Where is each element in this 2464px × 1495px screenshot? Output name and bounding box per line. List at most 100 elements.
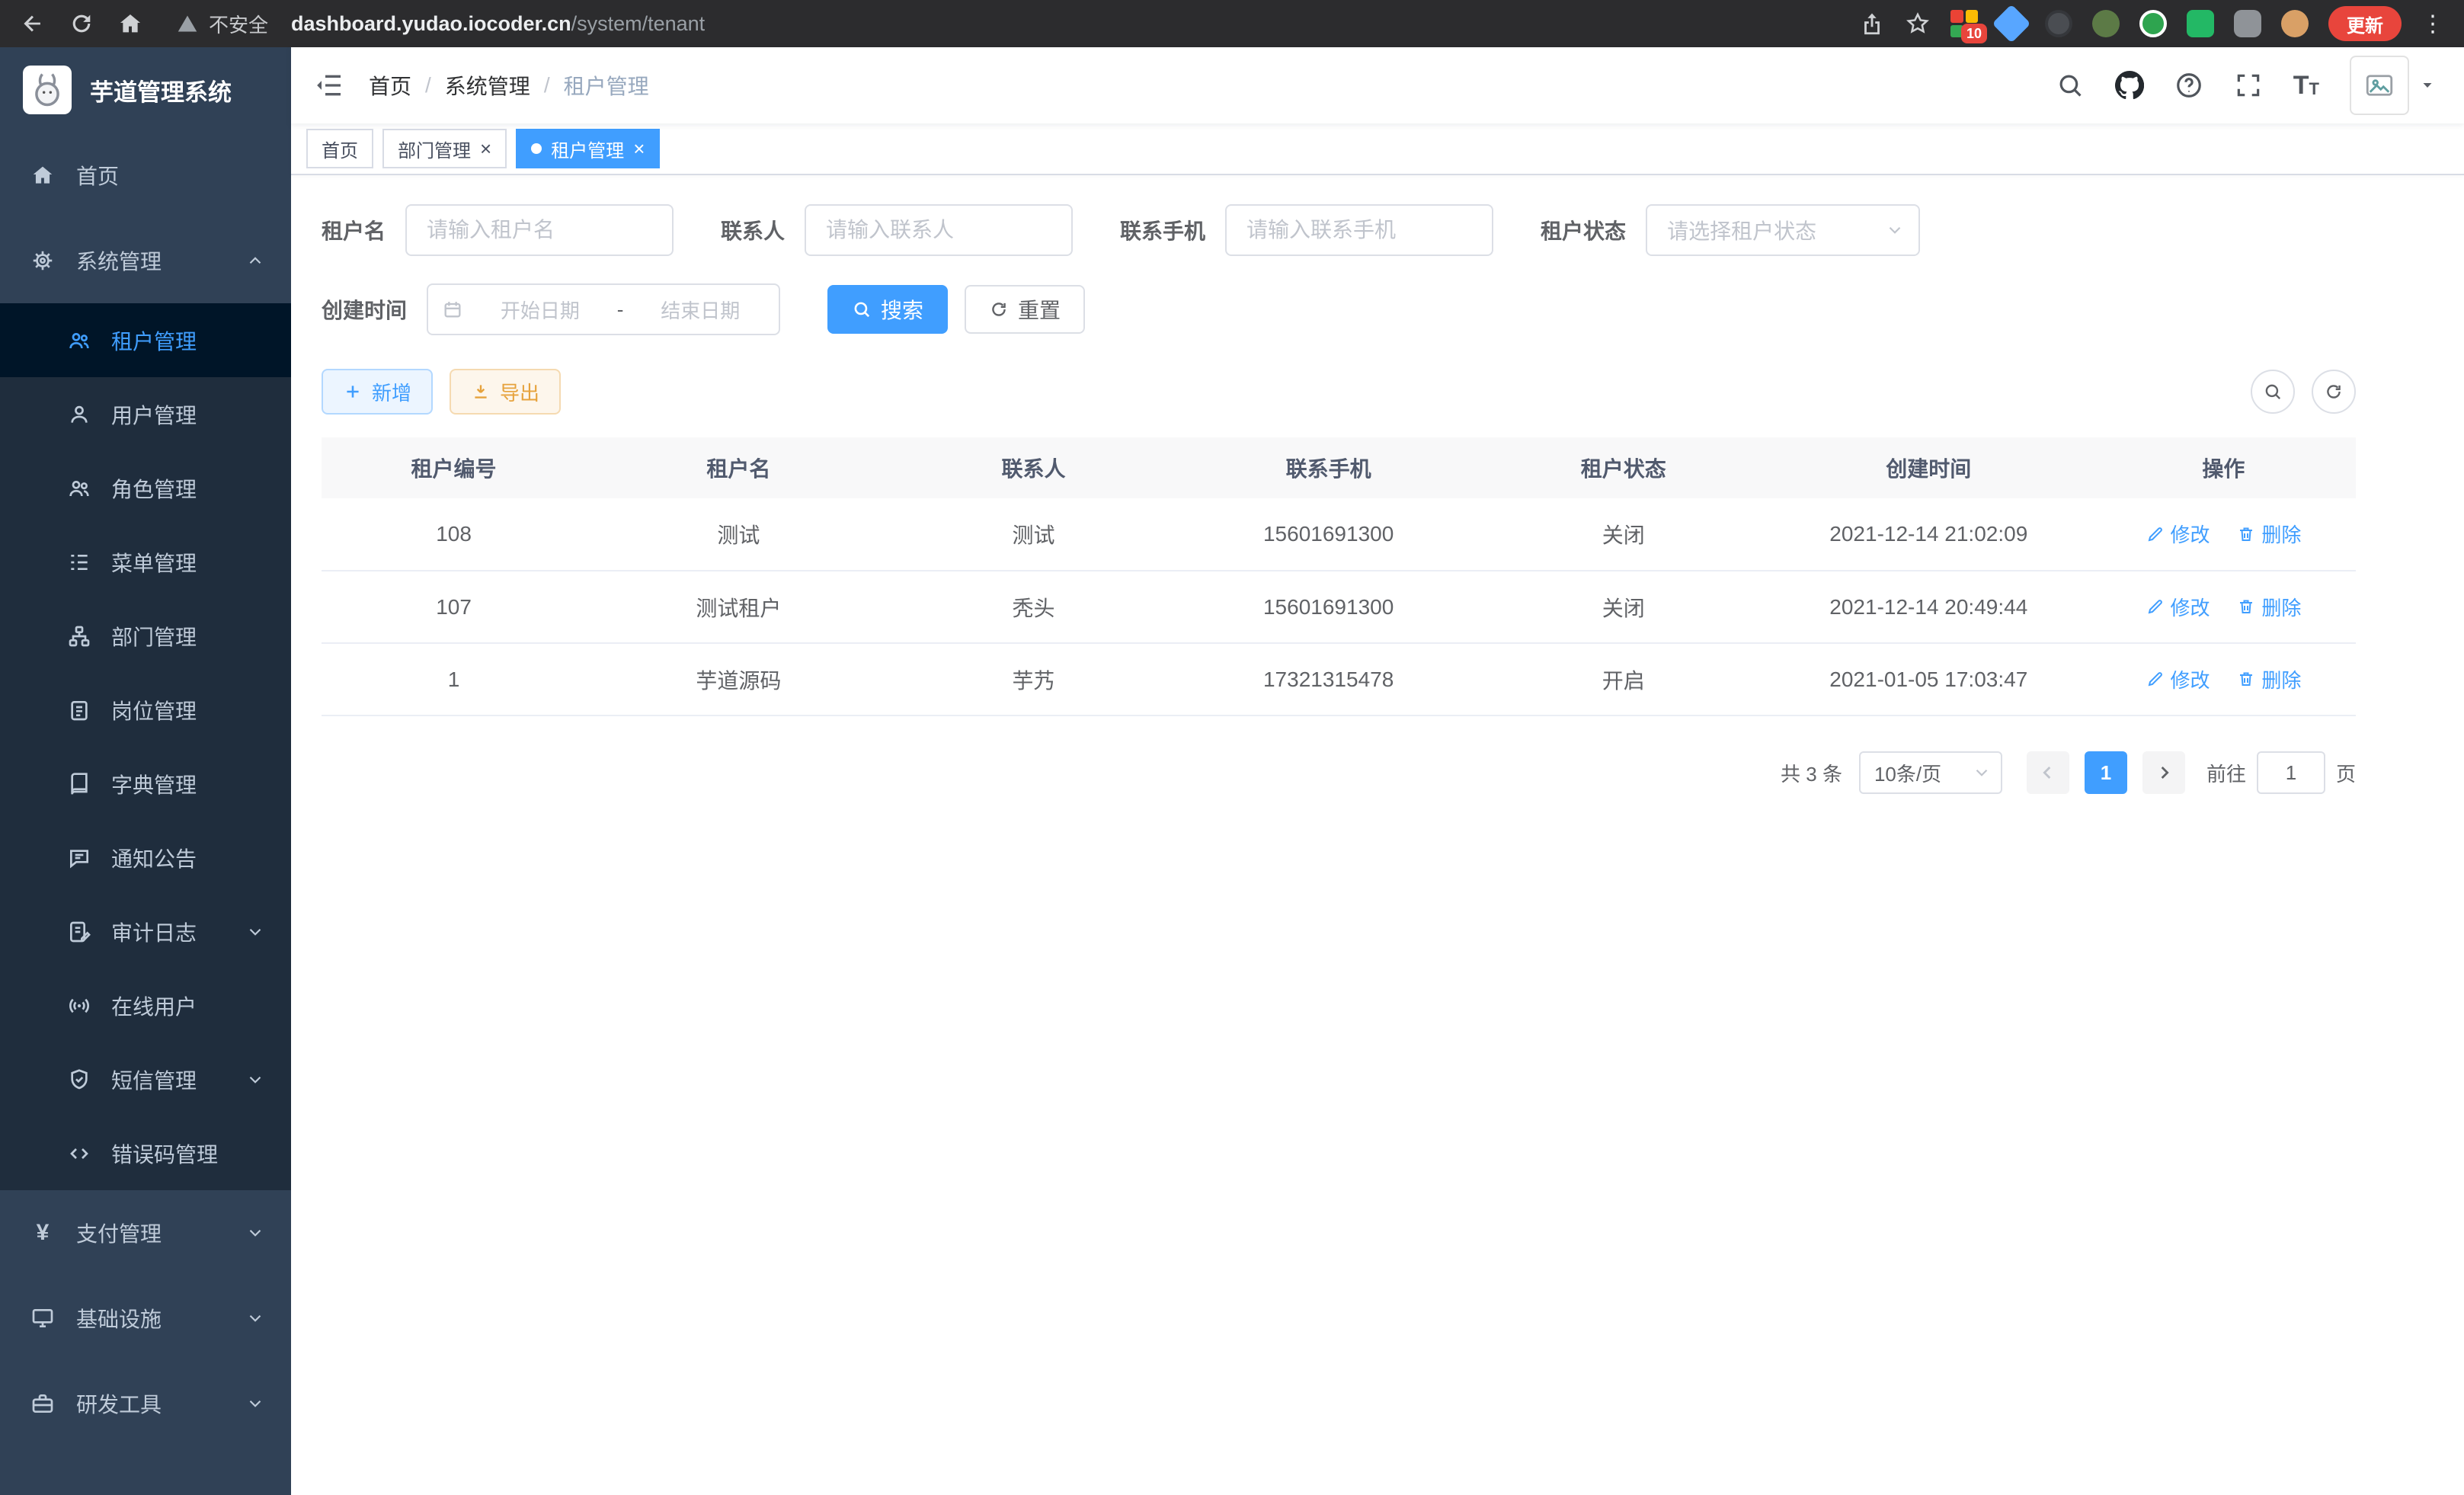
extension-icon-3[interactable] [2045, 10, 2072, 37]
delete-button[interactable]: 删除 [2237, 665, 2301, 693]
bookmark-star-icon[interactable] [1905, 11, 1931, 37]
edit-button[interactable]: 修改 [2146, 665, 2210, 693]
toolbox-icon [30, 1391, 55, 1416]
url-path: /system/tenant [571, 12, 706, 35]
sidebar-item-dict-management[interactable]: 字典管理 [0, 747, 291, 821]
sidebar-item-online-users[interactable]: 在线用户 [0, 968, 291, 1042]
breadcrumb-system[interactable]: 系统管理 [445, 70, 530, 101]
user-avatar-dropdown[interactable] [2350, 56, 2437, 115]
extension-icon-grid[interactable]: 10 [1950, 10, 1978, 37]
col-create-time: 创建时间 [1766, 437, 2091, 498]
reload-icon[interactable] [69, 11, 94, 37]
phone-label: 联系手机 [1120, 215, 1205, 245]
home-icon[interactable] [117, 11, 143, 37]
sidebar-item-audit-log[interactable]: 审计日志 [0, 895, 291, 968]
sidebar-item-error-code[interactable]: 错误码管理 [0, 1116, 291, 1190]
tenant-name-input[interactable] [405, 204, 674, 256]
not-secure-warning-icon [177, 13, 198, 34]
close-icon[interactable]: × [633, 139, 645, 158]
reset-button[interactable]: 重置 [965, 285, 1085, 334]
chevron-down-icon [245, 922, 265, 942]
tenant-name-label: 租户名 [322, 215, 386, 245]
sidebar-item-system[interactable]: 系统管理 [0, 218, 291, 303]
extension-icon-2[interactable] [1992, 5, 2031, 43]
sidebar-item-payment[interactable]: ¥ 支付管理 [0, 1190, 291, 1276]
page-content: 租户名 联系人 联系手机 租户状态 请选择租户状态 [291, 175, 2464, 794]
page-size-select[interactable]: 10条/页 [1859, 751, 2002, 794]
extension-icon-puzzle[interactable] [2234, 10, 2261, 37]
sidebar-item-infrastructure[interactable]: 基础设施 [0, 1276, 291, 1361]
menu-list-icon [67, 550, 91, 575]
extension-icon-5[interactable] [2139, 10, 2167, 37]
sidebar-item-menu-management[interactable]: 菜单管理 [0, 525, 291, 599]
delete-button[interactable]: 删除 [2237, 520, 2301, 548]
filter-contact: 联系人 [721, 204, 1073, 256]
fullscreen-icon[interactable] [2234, 71, 2263, 100]
sidebar-item-home[interactable]: 首页 [0, 133, 291, 218]
back-icon[interactable] [20, 11, 46, 37]
tab-home[interactable]: 首页 [306, 129, 373, 168]
page-number-1[interactable]: 1 [2085, 751, 2127, 794]
chevron-down-icon [245, 1394, 265, 1413]
cell-tenant-id: 1 [322, 643, 586, 715]
font-size-icon[interactable]: TT [2293, 72, 2319, 98]
edit-button[interactable]: 修改 [2146, 593, 2210, 621]
sidebar-logo[interactable]: 芋道管理系统 [0, 47, 291, 133]
cell-tenant-name: 测试 [586, 498, 891, 571]
browser-update-button[interactable]: 更新 [2328, 6, 2402, 41]
col-actions: 操作 [2091, 437, 2356, 498]
phone-input[interactable] [1225, 204, 1493, 256]
sidebar-item-role-management[interactable]: 角色管理 [0, 451, 291, 525]
sidebar-toggle-icon[interactable] [314, 70, 344, 101]
delete-button[interactable]: 删除 [2237, 593, 2301, 621]
help-question-icon[interactable] [2174, 71, 2203, 100]
date-range-picker[interactable]: 开始日期 - 结束日期 [427, 283, 780, 335]
sidebar-item-user-management[interactable]: 用户管理 [0, 377, 291, 451]
sidebar-item-label: 角色管理 [111, 473, 197, 504]
extension-icon-4[interactable] [2092, 10, 2120, 37]
next-page-button[interactable] [2142, 751, 2185, 794]
toggle-search-icon-button[interactable] [2251, 370, 2295, 414]
sidebar-item-tenant-management[interactable]: 租户管理 [0, 303, 291, 377]
edit-pencil-icon [2146, 597, 2165, 616]
trash-icon [2237, 597, 2255, 616]
chevron-up-icon [245, 251, 265, 271]
page-size-value: 10条/页 [1874, 759, 1972, 787]
edit-button[interactable]: 修改 [2146, 520, 2210, 548]
sidebar-item-label: 错误码管理 [111, 1138, 218, 1169]
browser-menu-icon[interactable]: ⋮ [2421, 11, 2444, 37]
sidebar-item-devtools[interactable]: 研发工具 [0, 1361, 291, 1446]
contact-input[interactable] [805, 204, 1073, 256]
breadcrumb-home[interactable]: 首页 [369, 70, 411, 101]
start-date-placeholder[interactable]: 开始日期 [475, 296, 605, 324]
github-icon[interactable] [2115, 71, 2144, 100]
end-date-placeholder[interactable]: 结束日期 [635, 296, 765, 324]
cell-contact: 测试 [891, 498, 1176, 571]
status-select[interactable]: 请选择租户状态 [1646, 204, 1920, 256]
sidebar-item-notice[interactable]: 通知公告 [0, 821, 291, 895]
refresh-table-button[interactable] [2312, 370, 2356, 414]
app-logo-icon [23, 66, 72, 114]
sidebar-item-dept-management[interactable]: 部门管理 [0, 599, 291, 673]
sidebar-item-label: 支付管理 [76, 1218, 162, 1248]
goto-page-input[interactable] [2257, 751, 2325, 794]
sidebar-item-sms-management[interactable]: 短信管理 [0, 1042, 291, 1116]
sidebar-item-label: 基础设施 [76, 1303, 162, 1333]
sidebar-item-post-management[interactable]: 岗位管理 [0, 673, 291, 747]
tab-tenant-management[interactable]: 租户管理 × [516, 129, 660, 168]
tab-dept-management[interactable]: 部门管理 × [382, 129, 507, 168]
sidebar-item-label: 短信管理 [111, 1064, 197, 1095]
header-search-icon[interactable] [2056, 71, 2085, 100]
extension-icon-avatar[interactable] [2281, 10, 2309, 37]
close-icon[interactable]: × [480, 139, 491, 158]
browser-chrome: 不安全 dashboard.yudao.iocoder.cn/system/te… [0, 0, 2464, 47]
add-button[interactable]: 新增 [322, 369, 433, 415]
address-bar[interactable]: 不安全 dashboard.yudao.iocoder.cn/system/te… [177, 10, 1836, 38]
share-icon[interactable] [1859, 11, 1885, 37]
search-button[interactable]: 搜索 [827, 285, 948, 334]
breadcrumb-separator: / [425, 73, 431, 98]
extension-icon-6[interactable] [2187, 10, 2214, 37]
export-button[interactable]: 导出 [450, 369, 561, 415]
roles-icon [67, 476, 91, 501]
prev-page-button[interactable] [2027, 751, 2069, 794]
